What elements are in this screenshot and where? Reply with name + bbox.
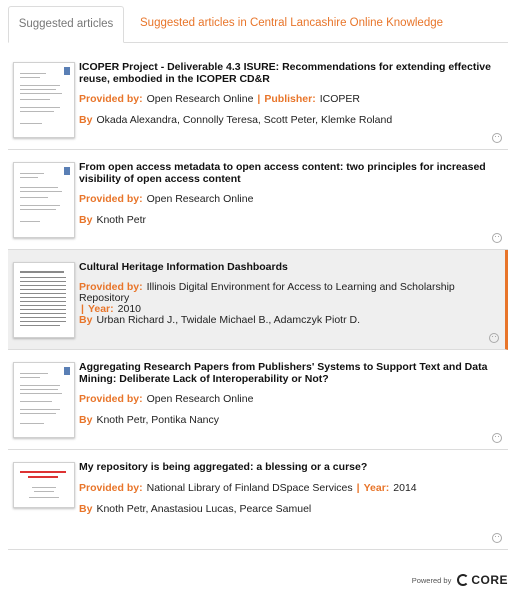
- article-source: Provided by: Open Research Online: [79, 394, 504, 405]
- by-label: By: [79, 114, 93, 126]
- author-names: Urban Richard J., Twidale Michael B., Ad…: [96, 314, 361, 326]
- feedback-face-icon[interactable]: [492, 233, 502, 243]
- year-value: 2014: [393, 482, 417, 494]
- separator: |: [356, 482, 360, 494]
- feedback-face-icon[interactable]: [492, 533, 502, 543]
- publisher-label: Publisher:: [264, 93, 316, 105]
- article-title[interactable]: Cultural Heritage Information Dashboards: [79, 261, 499, 274]
- core-logo-icon: [457, 574, 470, 586]
- feedback-face-icon[interactable]: [489, 333, 499, 343]
- tab-repository-articles[interactable]: Suggested articles in Central Lancashire…: [140, 6, 443, 42]
- article-title[interactable]: ICOPER Project - Deliverable 4.3 ISURE: …: [79, 61, 499, 85]
- provider-name: Open Research Online: [146, 193, 254, 205]
- year-label: Year:: [363, 482, 390, 494]
- document-thumbnail[interactable]: [13, 462, 75, 508]
- provided-by-label: Provided by:: [79, 393, 143, 405]
- powered-by-text: Powered by: [411, 575, 452, 585]
- author-names: Okada Alexandra, Connolly Teresa, Scott …: [96, 114, 393, 126]
- article-source: Provided by: Open Research Online | Publish…: [79, 94, 504, 105]
- by-label: By: [79, 314, 93, 326]
- provided-by-label: Provided by:: [79, 482, 143, 494]
- article-source: Provided by: Illinois Digital Environment…: [79, 282, 504, 315]
- document-thumbnail[interactable]: [13, 362, 75, 438]
- publisher-name: ICOPER: [319, 93, 360, 105]
- provided-by-label: Provided by:: [79, 93, 143, 105]
- powered-by-footer: Powered by CORE: [412, 568, 508, 592]
- list-item[interactable]: Cultural Heritage Information Dashboards…: [8, 250, 508, 350]
- by-label: By: [79, 214, 93, 226]
- by-label: By: [79, 503, 93, 515]
- article-title[interactable]: From open access metadata to open access…: [79, 161, 499, 185]
- article-source: Provided by: National Library of Finland …: [79, 483, 504, 494]
- document-thumbnail[interactable]: [13, 62, 75, 138]
- separator: |: [257, 93, 261, 105]
- article-source: Provided by: Open Research Online: [79, 194, 504, 205]
- tab-bar: Suggested articles Suggested articles in…: [8, 6, 508, 43]
- document-thumbnail[interactable]: [13, 162, 75, 238]
- article-authors: By Okada Alexandra, Connolly Teresa, Scot…: [79, 115, 504, 126]
- article-authors: By Knoth Petr, Anastasiou Lucas, Pearce S…: [79, 504, 504, 515]
- article-authors: By Urban Richard J., Twidale Michael B., …: [79, 315, 504, 326]
- core-logo[interactable]: CORE: [457, 573, 508, 587]
- by-label: By: [79, 414, 93, 426]
- provider-name: National Library of Finland DSpace Servi…: [146, 482, 353, 494]
- document-thumbnail[interactable]: [13, 262, 75, 338]
- article-authors: By Knoth Petr, Pontika Nancy: [79, 415, 504, 426]
- recommender-widget: Suggested articles Suggested articles in…: [0, 0, 526, 597]
- list-item[interactable]: My repository is being aggregated: a ble…: [8, 450, 508, 550]
- provider-name: Open Research Online: [146, 393, 254, 405]
- article-title[interactable]: Aggregating Research Papers from Publish…: [79, 361, 499, 385]
- author-names: Knoth Petr, Pontika Nancy: [96, 414, 220, 426]
- list-item[interactable]: Aggregating Research Papers from Publish…: [8, 350, 508, 450]
- article-list: ICOPER Project - Deliverable 4.3 ISURE: …: [8, 50, 508, 550]
- tab-suggested-articles[interactable]: Suggested articles: [8, 6, 124, 43]
- article-title[interactable]: My repository is being aggregated: a ble…: [79, 461, 499, 474]
- feedback-face-icon[interactable]: [492, 433, 502, 443]
- list-item[interactable]: From open access metadata to open access…: [8, 150, 508, 250]
- provided-by-label: Provided by:: [79, 193, 143, 205]
- list-item[interactable]: ICOPER Project - Deliverable 4.3 ISURE: …: [8, 50, 508, 150]
- author-names: Knoth Petr, Anastasiou Lucas, Pearce Sam…: [96, 503, 312, 515]
- article-authors: By Knoth Petr: [79, 215, 504, 226]
- provider-name: Open Research Online: [146, 93, 254, 105]
- core-logo-text: CORE: [471, 573, 508, 587]
- author-names: Knoth Petr: [96, 214, 147, 226]
- feedback-face-icon[interactable]: [492, 133, 502, 143]
